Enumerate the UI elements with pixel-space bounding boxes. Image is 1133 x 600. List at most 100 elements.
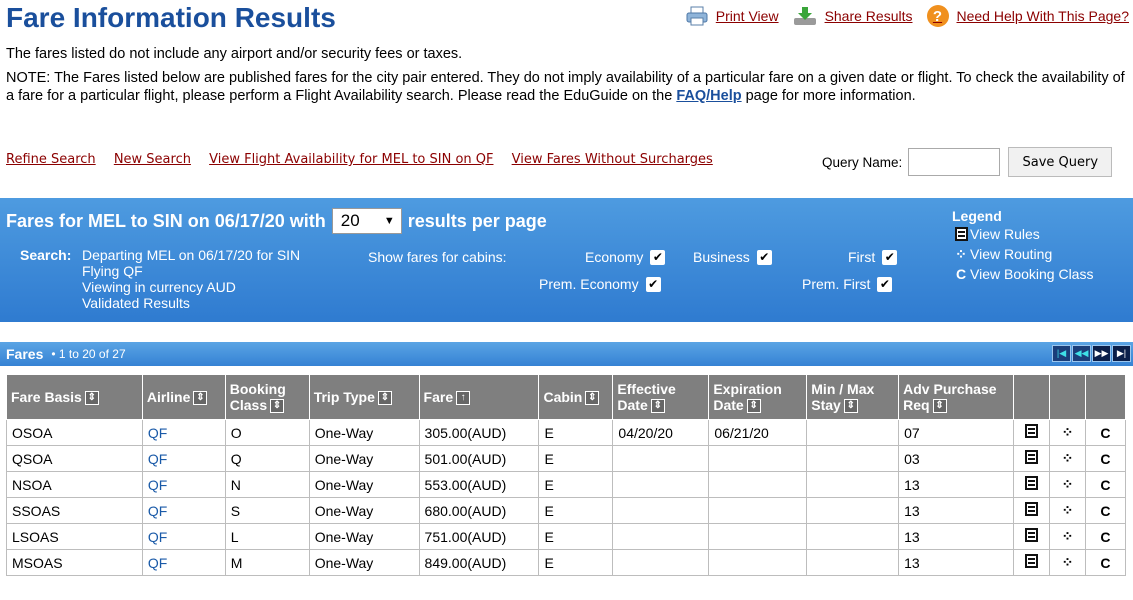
flight-availability-link[interactable]: View Flight Availability for MEL to SIN … bbox=[209, 152, 493, 167]
view-routing-icon[interactable]: ⁘ bbox=[1049, 549, 1086, 576]
table-row: MSOAS QF M One-Way 849.00(AUD) E 13 ⁘ C bbox=[6, 549, 1127, 576]
col-expiration-date[interactable]: Expiration Date ⇕ bbox=[708, 374, 808, 420]
view-booking-class-icon[interactable]: C bbox=[1084, 445, 1127, 472]
col-effective-date[interactable]: Effective Date ⇕ bbox=[612, 374, 710, 420]
adv-purchase-cell: 13 bbox=[898, 471, 1015, 498]
legend-booking-label: View Booking Class bbox=[970, 266, 1094, 282]
expiration-date-cell bbox=[708, 497, 808, 524]
adv-purchase-cell: 03 bbox=[898, 445, 1015, 472]
search-line: Departing MEL on 06/17/20 for SIN bbox=[82, 247, 301, 263]
cabin-cell: E bbox=[538, 549, 614, 576]
sort-icon[interactable]: ⇕ bbox=[84, 391, 99, 406]
airline-cell[interactable]: QF bbox=[141, 523, 226, 550]
last-page-button[interactable]: ▶| bbox=[1112, 345, 1131, 362]
sort-icon[interactable]: ⇕ bbox=[746, 399, 761, 414]
cabin-first-label: First bbox=[848, 249, 876, 265]
cabin-prem-first[interactable]: Prem. First ✔ bbox=[802, 276, 893, 292]
legend-title: Legend bbox=[952, 208, 1002, 224]
cabin-business-checkbox[interactable]: ✔ bbox=[756, 249, 772, 265]
view-booking-class-icon[interactable]: C bbox=[1084, 549, 1127, 576]
query-name-input[interactable] bbox=[908, 148, 1001, 176]
cabin-first-checkbox[interactable]: ✔ bbox=[882, 249, 898, 265]
cabin-prem-first-checkbox[interactable]: ✔ bbox=[877, 276, 893, 292]
cabin-prem-economy-label: Prem. Economy bbox=[539, 276, 639, 292]
effective-date-cell bbox=[612, 471, 710, 498]
booking-class-cell: N bbox=[224, 471, 310, 498]
col-eff-label-2: Date bbox=[617, 396, 648, 413]
fares-without-surcharges-link[interactable]: View Fares Without Surcharges bbox=[512, 152, 713, 167]
sort-icon[interactable]: ⇕ bbox=[650, 399, 665, 414]
view-routing-icon[interactable]: ⁘ bbox=[1049, 419, 1086, 446]
fare-basis-cell: NSOA bbox=[6, 471, 143, 498]
table-row: OSOA QF O One-Way 305.00(AUD) E 04/20/20 06/21/… bbox=[6, 419, 1127, 446]
view-booking-class-icon[interactable]: C bbox=[1084, 497, 1127, 524]
cabin-prem-economy[interactable]: Prem. Economy ✔ bbox=[539, 276, 661, 292]
airline-cell[interactable]: QF bbox=[141, 419, 226, 446]
col-booking-class[interactable]: Booking Class ⇕ bbox=[224, 374, 310, 420]
cabin-cell: E bbox=[538, 523, 614, 550]
sort-icon[interactable]: ⇕ bbox=[932, 399, 947, 414]
view-booking-class-icon[interactable]: C bbox=[1084, 471, 1127, 498]
cabin-economy-checkbox[interactable]: ✔ bbox=[650, 249, 666, 265]
printer-icon bbox=[686, 6, 708, 26]
search-actions: Refine Search New Search View Flight Ava… bbox=[6, 152, 727, 167]
view-routing-icon[interactable]: ⁘ bbox=[1049, 445, 1086, 472]
airline-cell[interactable]: QF bbox=[141, 497, 226, 524]
min-max-stay-cell bbox=[806, 549, 900, 576]
airline-cell[interactable]: QF bbox=[141, 471, 226, 498]
airline-cell[interactable]: QF bbox=[141, 445, 226, 472]
view-routing-icon[interactable]: ⁘ bbox=[1049, 523, 1086, 550]
col-airline[interactable]: Airline ⇕ bbox=[141, 374, 226, 420]
sort-icon[interactable]: ⇕ bbox=[843, 399, 858, 414]
col-fare[interactable]: Fare ↑ bbox=[418, 374, 540, 420]
table-row: SSOAS QF S One-Way 680.00(AUD) E 13 ⁘ C bbox=[6, 497, 1127, 524]
view-rules-icon[interactable] bbox=[1013, 549, 1050, 576]
fare-cell: 751.00(AUD) bbox=[418, 523, 540, 550]
view-rules-icon[interactable] bbox=[1013, 419, 1050, 446]
expiration-date-cell bbox=[708, 549, 808, 576]
col-min-max-stay[interactable]: Min / Max Stay ⇕ bbox=[806, 374, 900, 420]
share-results-link[interactable]: Share Results bbox=[793, 6, 913, 26]
col-fare-basis-label: Fare Basis bbox=[11, 388, 82, 405]
view-rules-icon[interactable] bbox=[1013, 445, 1050, 472]
sort-icon[interactable]: ⇕ bbox=[270, 399, 285, 414]
first-page-button[interactable]: |◀ bbox=[1052, 345, 1071, 362]
sort-icon[interactable]: ⇕ bbox=[377, 391, 392, 406]
fare-cell: 305.00(AUD) bbox=[418, 419, 540, 446]
cabin-prem-economy-checkbox[interactable]: ✔ bbox=[645, 276, 661, 292]
need-help-link[interactable]: ? Need Help With This Page? bbox=[926, 5, 1129, 27]
col-adv-purchase[interactable]: Adv Purchase Req ⇕ bbox=[898, 374, 1015, 420]
col-stay-label-2: Stay bbox=[811, 396, 841, 413]
sort-ascending-icon[interactable]: ↑ bbox=[456, 391, 471, 406]
sort-icon[interactable]: ⇕ bbox=[585, 391, 600, 406]
view-routing-icon[interactable]: ⁘ bbox=[1049, 471, 1086, 498]
view-booking-class-icon[interactable]: C bbox=[1084, 419, 1127, 446]
chevron-down-icon: ▼ bbox=[383, 215, 395, 227]
view-booking-class-icon[interactable]: C bbox=[1084, 523, 1127, 550]
fare-rows: OSOA QF O One-Way 305.00(AUD) E 04/20/20 06/21/… bbox=[6, 419, 1127, 576]
airline-cell[interactable]: QF bbox=[141, 549, 226, 576]
view-rules-icon[interactable] bbox=[1013, 523, 1050, 550]
cabin-first[interactable]: First ✔ bbox=[848, 249, 898, 265]
faq-help-link[interactable]: FAQ/Help bbox=[676, 88, 741, 104]
col-exp-label-2: Date bbox=[713, 396, 744, 413]
col-fare-basis[interactable]: Fare Basis ⇕ bbox=[6, 374, 143, 420]
col-trip-type[interactable]: Trip Type ⇕ bbox=[308, 374, 420, 420]
refine-search-link[interactable]: Refine Search bbox=[6, 152, 96, 167]
cabin-business[interactable]: Business ✔ bbox=[693, 249, 772, 265]
view-rules-icon[interactable] bbox=[1013, 471, 1050, 498]
sort-icon[interactable]: ⇕ bbox=[193, 391, 208, 406]
next-page-button[interactable]: ▶▶ bbox=[1092, 345, 1111, 362]
cabin-economy[interactable]: Economy ✔ bbox=[585, 249, 666, 265]
share-results-label: Share Results bbox=[824, 8, 913, 24]
col-cabin[interactable]: Cabin ⇕ bbox=[538, 374, 614, 420]
previous-page-button[interactable]: ◀◀ bbox=[1072, 345, 1091, 362]
results-per-page-select[interactable]: 20 ▼ bbox=[331, 208, 402, 234]
download-share-icon bbox=[793, 6, 817, 26]
view-routing-icon[interactable]: ⁘ bbox=[1049, 497, 1086, 524]
print-view-link[interactable]: Print View bbox=[686, 6, 779, 26]
save-query-button[interactable]: Save Query bbox=[1008, 147, 1113, 177]
view-rules-icon[interactable] bbox=[1013, 497, 1050, 524]
fares-header-bar: Fares • 1 to 20 of 27 |◀ ◀◀ ▶▶ ▶| bbox=[0, 342, 1133, 366]
new-search-link[interactable]: New Search bbox=[114, 152, 191, 167]
